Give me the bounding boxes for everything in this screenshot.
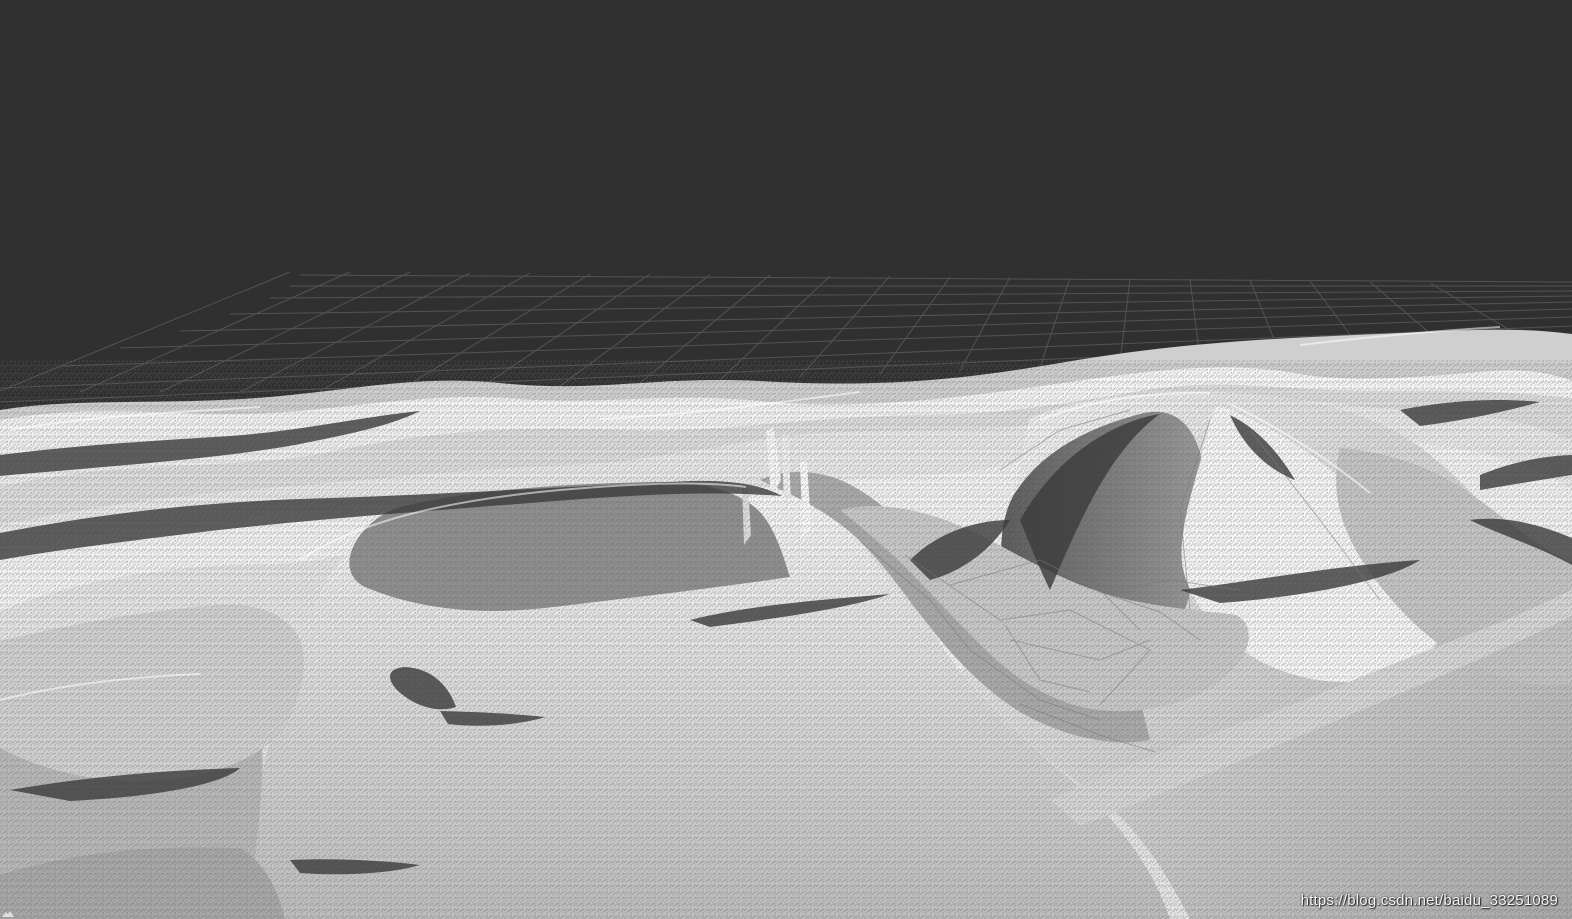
3d-viewport[interactable]: https://blog.csdn.net/baidu_33251089 <box>0 0 1572 919</box>
cursor-icon <box>2 911 14 917</box>
terrain-mesh <box>0 329 1572 919</box>
watermark-url: https://blog.csdn.net/baidu_33251089 <box>1300 892 1558 909</box>
terrain-render-scene[interactable] <box>0 0 1572 919</box>
